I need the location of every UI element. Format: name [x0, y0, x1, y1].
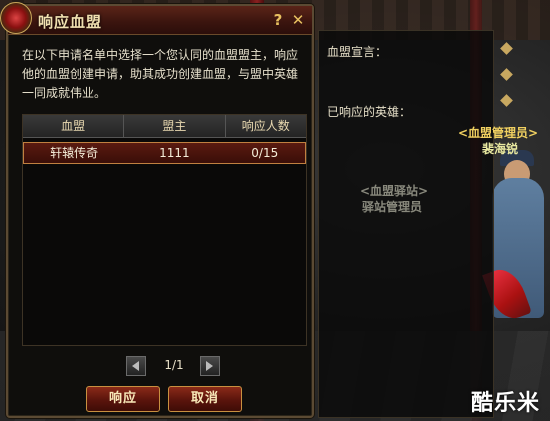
dialog-title: 响应血盟 — [38, 13, 103, 31]
ornament-diamond — [500, 68, 513, 81]
title-bar[interactable]: 响应血盟 ? ✕ — [8, 6, 312, 35]
description-text: 在以下申请名单中选择一个您认同的血盟盟主，响应他的血盟创建申请，助其成功创建血盟… — [22, 48, 299, 100]
heroes-label: 已响应的英雄： — [327, 105, 412, 119]
respond-clan-dialog: 响应血盟 ? ✕ 在以下申请名单中选择一个您认同的血盟盟主，响应他的血盟创建申请… — [6, 4, 314, 418]
npc-manager-name: 裴海锐 — [482, 142, 519, 156]
table-row[interactable]: 轩辕传奇 1111 0/15 — [23, 142, 306, 164]
cell-count: 0/15 — [251, 146, 279, 160]
clan-emblem-icon — [0, 2, 32, 34]
clan-info-panel: 血盟宣言： 已响应的英雄： — [318, 30, 494, 418]
manifesto-label: 血盟宣言： — [327, 45, 388, 59]
chevron-left-icon — [132, 361, 139, 371]
help-button[interactable]: ? — [270, 12, 286, 28]
table-header: 血盟 盟主 响应人数 — [23, 115, 306, 138]
side-scroll-ornament — [498, 34, 516, 130]
prev-page-button[interactable] — [126, 356, 146, 376]
watermark: 酷乐米 — [470, 391, 540, 416]
chevron-right-icon — [206, 361, 213, 371]
close-button[interactable]: ✕ — [290, 12, 306, 28]
applicant-table: 血盟 盟主 响应人数 轩辕传奇 1111 0/15 — [22, 114, 307, 346]
header-clan: 血盟 — [23, 115, 125, 137]
npc-station-title: <血盟驿站> — [360, 184, 429, 198]
ornament-diamond — [500, 42, 513, 55]
cell-leader: 1111 — [159, 146, 190, 160]
pager: 1/1 — [126, 356, 220, 376]
cancel-button[interactable]: 取消 — [168, 386, 242, 412]
cell-clan: 轩辕传奇 — [50, 146, 99, 160]
header-leader: 盟主 — [124, 115, 226, 137]
respond-button[interactable]: 响应 — [86, 386, 160, 412]
header-count: 响应人数 — [241, 119, 290, 133]
next-page-button[interactable] — [200, 356, 220, 376]
page-indicator: 1/1 — [164, 358, 184, 372]
npc-station-name: 驿站管理员 — [362, 200, 423, 214]
ornament-diamond — [500, 94, 513, 107]
